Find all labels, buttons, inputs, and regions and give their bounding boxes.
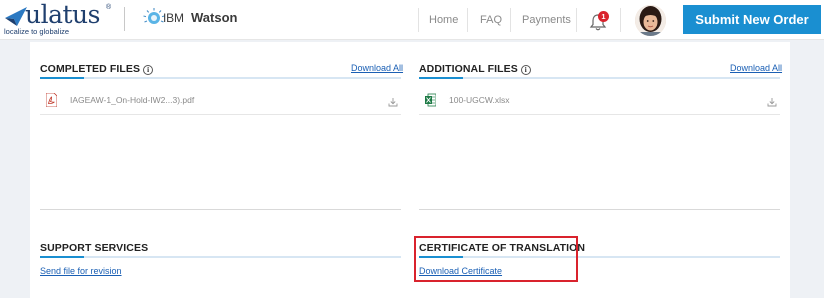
completed-files-bottom-rule (40, 209, 401, 210)
completed-files-underline (40, 77, 401, 79)
nav-home[interactable]: Home (429, 14, 458, 26)
support-services-underline (40, 256, 401, 258)
download-icon[interactable] (388, 97, 398, 107)
info-icon[interactable]: i (520, 65, 531, 75)
brand-name: ulatus (25, 0, 100, 29)
avatar-image (635, 5, 666, 36)
additional-files-title: ADDITIONAL FILES (419, 63, 518, 75)
submit-new-order-button[interactable]: Submit New Order (683, 5, 821, 34)
additional-files-heading: ADDITIONAL FILES i (419, 63, 531, 75)
additional-download-all-link[interactable]: Download All (730, 63, 782, 73)
certificate-highlight-box (414, 236, 578, 282)
completed-files-heading: COMPLETED FILES i (40, 63, 154, 75)
completed-file-name[interactable]: IAGEAW-1_On-Hold-IW2...3).pdf (70, 95, 194, 105)
support-services-title: SUPPORT SERVICES (40, 242, 149, 254)
order-details-panel (30, 42, 790, 298)
nav-separator (620, 8, 621, 32)
completed-file-row[interactable]: IAGEAW-1_On-Hold-IW2...3).pdf (40, 87, 401, 115)
partner-name: Watson (191, 10, 238, 25)
additional-files-bottom-rule (419, 209, 780, 210)
pdf-icon (46, 93, 57, 107)
nav-separator (418, 8, 419, 32)
excel-icon (425, 93, 436, 107)
nav-faq[interactable]: FAQ (480, 14, 502, 26)
additional-file-name[interactable]: 100-UGCW.xlsx (449, 95, 509, 105)
top-header: ulatus ® localize to globalize IBM Watso… (0, 0, 824, 40)
send-file-for-revision-link[interactable]: Send file for revision (40, 266, 122, 276)
brand-tagline: localize to globalize (4, 27, 70, 36)
notification-badge: 1 (598, 11, 609, 22)
additional-files-underline (419, 77, 780, 79)
partner-prefix: IBM (163, 11, 184, 25)
completed-download-all-link[interactable]: Download All (351, 63, 403, 73)
user-avatar[interactable] (635, 5, 666, 36)
download-icon[interactable] (767, 97, 777, 107)
nav-separator (467, 8, 468, 32)
nav-separator (510, 8, 511, 32)
info-icon[interactable]: i (143, 65, 154, 75)
ulatus-logo[interactable]: ulatus ® localize to globalize (3, 0, 118, 36)
nav-separator (576, 8, 577, 32)
nav-payments[interactable]: Payments (522, 14, 571, 26)
logo-divider (124, 7, 125, 31)
brand-registered-mark: ® (106, 4, 112, 11)
completed-files-title: COMPLETED FILES (40, 63, 141, 75)
additional-file-row[interactable]: 100-UGCW.xlsx (419, 87, 780, 115)
